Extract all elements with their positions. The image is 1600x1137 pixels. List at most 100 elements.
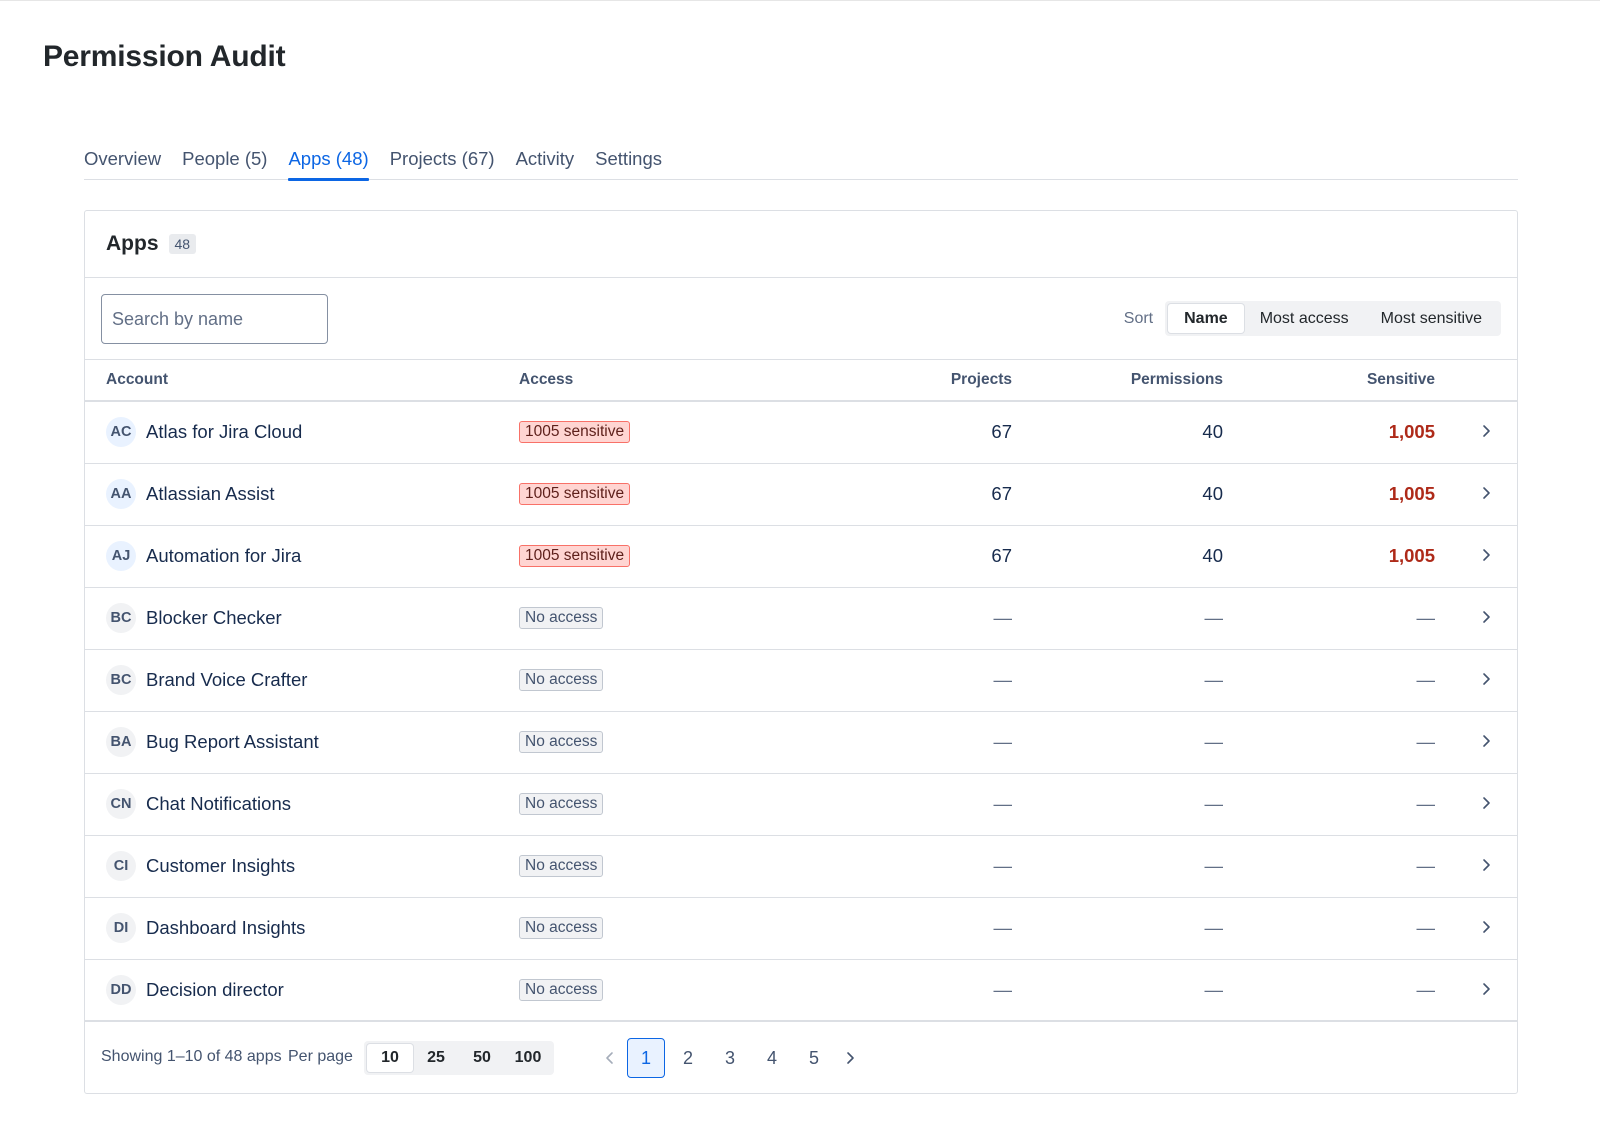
chevron-left-icon[interactable]: [595, 1038, 625, 1078]
permissions-count: —: [1204, 669, 1224, 690]
permissions-count: 40: [1202, 483, 1223, 504]
account-name[interactable]: Chat Notifications: [146, 793, 291, 815]
access-lozenge: 1005 sensitive: [519, 545, 631, 567]
projects-count: —: [993, 607, 1013, 628]
access-lozenge: No access: [519, 855, 604, 877]
chevron-right-icon[interactable]: [835, 1038, 865, 1078]
page-title: Permission Audit: [43, 40, 286, 73]
sort-most-sensitive-button[interactable]: Most sensitive: [1365, 304, 1498, 333]
avatar: BC: [106, 603, 136, 633]
account-name[interactable]: Dashboard Insights: [146, 917, 305, 939]
per-page-label: Per page: [288, 1048, 353, 1065]
per-page-100-button[interactable]: 100: [505, 1044, 551, 1072]
table-row[interactable]: DI Dashboard Insights No access — — —: [85, 898, 1517, 960]
account-name[interactable]: Atlassian Assist: [146, 483, 275, 505]
page-3-button[interactable]: 3: [711, 1038, 749, 1078]
sensitive-count: —: [1416, 731, 1436, 752]
count-badge: 48: [168, 234, 197, 254]
table-row[interactable]: CI Customer Insights No access — — —: [85, 836, 1517, 898]
table-row[interactable]: AA Atlassian Assist 1005 sensitive 67 40 1,00…: [85, 464, 1517, 526]
sensitive-count: 1,005: [1388, 483, 1435, 504]
table-row[interactable]: AC Atlas for Jira Cloud 1005 sensitive 67 40…: [85, 402, 1517, 464]
projects-count: 67: [991, 483, 1012, 504]
per-page-50-button[interactable]: 50: [459, 1044, 505, 1072]
projects-count: —: [993, 731, 1013, 752]
projects-count: —: [993, 979, 1013, 1000]
permissions-count: —: [1204, 979, 1224, 1000]
search-input[interactable]: [101, 294, 328, 344]
tab-people[interactable]: People (5): [182, 140, 267, 180]
projects-count: —: [993, 793, 1013, 814]
account-name[interactable]: Atlas for Jira Cloud: [146, 421, 302, 443]
per-page-25-button[interactable]: 25: [413, 1044, 459, 1072]
page-1-button[interactable]: 1: [627, 1038, 665, 1078]
permissions-count: —: [1204, 607, 1224, 628]
permissions-count: —: [1204, 917, 1224, 938]
tab-apps[interactable]: Apps (48): [288, 140, 369, 181]
chevron-right-icon[interactable]: [1481, 733, 1491, 749]
permissions-count: —: [1204, 793, 1224, 814]
tab-projects[interactable]: Projects (67): [390, 140, 495, 180]
avatar: AA: [106, 479, 136, 509]
account-name[interactable]: Bug Report Assistant: [146, 731, 319, 753]
table-row[interactable]: BC Brand Voice Crafter No access — — —: [85, 650, 1517, 712]
apps-card: Apps 48 Sort Name Most access Most sensi…: [84, 210, 1518, 1094]
avatar: DI: [106, 913, 136, 943]
tab-activity[interactable]: Activity: [516, 140, 575, 180]
chevron-right-icon[interactable]: [1481, 423, 1491, 439]
access-lozenge: No access: [519, 669, 604, 691]
avatar: CN: [106, 789, 136, 819]
header-sensitive[interactable]: Sensitive: [1367, 371, 1435, 389]
access-lozenge: 1005 sensitive: [519, 483, 631, 505]
account-name[interactable]: Customer Insights: [146, 855, 295, 877]
table-row[interactable]: CN Chat Notifications No access — — —: [85, 774, 1517, 836]
projects-count: —: [993, 917, 1013, 938]
header-permissions[interactable]: Permissions: [1131, 371, 1223, 389]
projects-count: 67: [991, 545, 1012, 566]
sort-label: Sort: [1123, 309, 1154, 327]
account-name[interactable]: Decision director: [146, 979, 284, 1001]
header-projects[interactable]: Projects: [951, 371, 1012, 389]
per-page-10-button[interactable]: 10: [367, 1044, 413, 1072]
chevron-right-icon[interactable]: [1481, 795, 1491, 811]
showing-text: Showing 1–10 of 48 apps: [101, 1048, 282, 1065]
avatar: BA: [106, 727, 136, 757]
chevron-right-icon[interactable]: [1481, 981, 1491, 997]
chevron-right-icon[interactable]: [1481, 547, 1491, 563]
account-name[interactable]: Blocker Checker: [146, 607, 282, 629]
projects-count: —: [993, 855, 1013, 876]
avatar: AC: [106, 417, 136, 447]
sort-name-button[interactable]: Name: [1168, 304, 1244, 333]
table-row[interactable]: BA Bug Report Assistant No access — — —: [85, 712, 1517, 774]
table-row[interactable]: DD Decision director No access — — —: [85, 960, 1517, 1022]
permissions-count: —: [1204, 855, 1224, 876]
page-4-button[interactable]: 4: [753, 1038, 791, 1078]
account-name[interactable]: Brand Voice Crafter: [146, 669, 307, 691]
projects-count: —: [993, 669, 1013, 690]
header-access[interactable]: Access: [519, 371, 573, 389]
access-lozenge: 1005 sensitive: [519, 421, 631, 443]
tab-settings[interactable]: Settings: [595, 140, 662, 180]
table-row[interactable]: AJ Automation for Jira 1005 sensitive 67 40 1…: [85, 526, 1517, 588]
page-2-button[interactable]: 2: [669, 1038, 707, 1078]
avatar: CI: [106, 851, 136, 881]
sensitive-count: —: [1416, 855, 1436, 876]
page-5-button[interactable]: 5: [795, 1038, 833, 1078]
sort-control: Sort Name Most access Most sensitive: [1124, 301, 1501, 336]
chevron-right-icon[interactable]: [1481, 485, 1491, 501]
chevron-right-icon[interactable]: [1481, 671, 1491, 687]
access-lozenge: No access: [519, 793, 604, 815]
chevron-right-icon[interactable]: [1481, 609, 1491, 625]
chevron-right-icon[interactable]: [1481, 857, 1491, 873]
table-row[interactable]: BC Blocker Checker No access — — —: [85, 588, 1517, 650]
sensitive-count: 1,005: [1388, 421, 1435, 442]
header-account[interactable]: Account: [106, 371, 168, 389]
chevron-right-icon[interactable]: [1481, 919, 1491, 935]
sort-most-access-button[interactable]: Most access: [1244, 304, 1365, 333]
tab-bar: Overview People (5) Apps (48) Projects (…: [84, 140, 1518, 181]
account-name[interactable]: Automation for Jira: [146, 545, 301, 567]
avatar: AJ: [106, 541, 136, 571]
access-lozenge: No access: [519, 607, 604, 629]
table-body: AC Atlas for Jira Cloud 1005 sensitive 67 40…: [85, 402, 1517, 1022]
tab-overview[interactable]: Overview: [84, 140, 161, 180]
